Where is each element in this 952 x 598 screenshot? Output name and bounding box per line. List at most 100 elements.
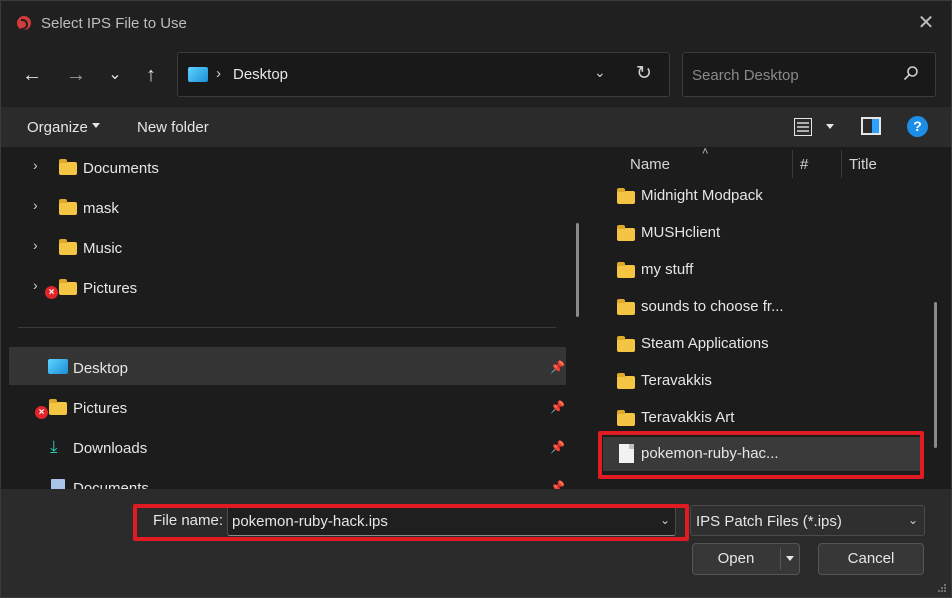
sync-error-icon: ×	[45, 286, 58, 299]
quick-access-downloads[interactable]: ⤓ Downloads 📌	[1, 429, 566, 465]
organize-button[interactable]: Organize	[27, 119, 88, 136]
title-bar: Select IPS File to Use ✕	[1, 1, 951, 45]
folder-icon	[617, 410, 635, 426]
search-placeholder: Search Desktop	[692, 67, 799, 84]
forward-arrow-icon[interactable]: →	[62, 61, 90, 89]
breadcrumb-chevron-icon[interactable]: ›	[216, 65, 221, 82]
view-options-caret-icon[interactable]	[826, 124, 834, 129]
open-split-divider	[780, 548, 781, 570]
search-icon[interactable]	[903, 65, 919, 81]
address-bar[interactable]: › Desktop ⌄ ↻	[177, 52, 670, 97]
tree-item-label: Pictures	[83, 280, 138, 297]
new-folder-button[interactable]: New folder	[137, 119, 209, 136]
quick-access-label: Downloads	[73, 440, 148, 457]
file-type-dropdown-icon[interactable]: ⌄	[908, 513, 918, 527]
tree-item-label: Documents	[83, 160, 159, 177]
list-item-label: Teravakkis Art	[641, 409, 735, 426]
folder-icon	[59, 159, 77, 175]
back-arrow-icon[interactable]: ←	[18, 61, 46, 89]
list-item-label: my stuff	[641, 261, 694, 278]
up-arrow-icon[interactable]: ↑	[137, 61, 165, 89]
command-bar: Organize New folder ?	[1, 107, 951, 147]
navigation-pane: › Documents › mask › Music › × Pictures …	[1, 147, 591, 489]
tree-item-mask[interactable]: › mask	[1, 189, 566, 225]
desktop-icon	[188, 67, 208, 82]
quick-access-label: Pictures	[73, 400, 128, 417]
file-dialog: Select IPS File to Use ✕ ← → ⌄ ↑ › Deskt…	[0, 0, 952, 598]
list-item[interactable]: Steam Applications	[603, 327, 921, 361]
list-item[interactable]: Teravakkis Art	[603, 401, 921, 435]
preview-pane-icon[interactable]	[861, 117, 881, 135]
document-icon	[51, 479, 65, 489]
quick-access-pictures[interactable]: × Pictures 📌	[1, 389, 566, 425]
folder-icon	[617, 262, 635, 278]
column-header-name[interactable]: Name	[630, 156, 670, 173]
resize-grip-icon[interactable]	[937, 583, 947, 593]
expand-chevron-icon[interactable]: ›	[33, 277, 38, 293]
pane-divider	[18, 327, 556, 328]
file-name-highlight	[133, 504, 689, 541]
nav-pane-scrollbar[interactable]	[576, 223, 579, 317]
search-input[interactable]: Search Desktop	[682, 52, 936, 97]
column-divider[interactable]	[841, 150, 842, 178]
open-options-caret-icon[interactable]	[786, 556, 794, 561]
tree-item-label: mask	[83, 200, 119, 217]
refresh-icon[interactable]: ↻	[636, 62, 652, 85]
folder-icon	[59, 279, 77, 295]
open-button[interactable]: Open	[692, 543, 800, 575]
recent-locations-chevron-icon[interactable]: ⌄	[101, 61, 129, 89]
column-divider[interactable]	[792, 150, 793, 178]
list-item[interactable]: MUSHclient	[603, 216, 921, 250]
list-item-label: MUSHclient	[641, 224, 721, 241]
tree-item-pictures[interactable]: › × Pictures	[1, 269, 566, 305]
folder-icon	[617, 225, 635, 241]
tree-item-music[interactable]: › Music	[1, 229, 566, 265]
file-list-scrollbar[interactable]	[934, 302, 937, 448]
pin-icon[interactable]: 📌	[550, 400, 565, 414]
tree-item-label: Music	[83, 240, 123, 257]
folder-icon	[59, 199, 77, 215]
help-icon[interactable]: ?	[907, 116, 928, 137]
sync-error-icon: ×	[35, 406, 48, 419]
list-item[interactable]: sounds to choose fr...	[603, 290, 921, 324]
list-item[interactable]: Teravakkis	[603, 364, 921, 398]
quick-access-desktop[interactable]: Desktop 📌	[1, 349, 566, 385]
list-item-label: sounds to choose fr...	[641, 298, 784, 315]
folder-icon	[59, 239, 77, 255]
view-details-icon[interactable]	[794, 118, 812, 136]
folder-icon	[49, 399, 67, 415]
close-icon[interactable]: ✕	[915, 12, 937, 34]
list-item[interactable]: Midnight Modpack	[603, 179, 921, 213]
expand-chevron-icon[interactable]: ›	[33, 237, 38, 253]
column-header-title[interactable]: Title	[849, 156, 877, 173]
list-item-label: Teravakkis	[641, 372, 712, 389]
organize-caret-icon[interactable]	[92, 123, 100, 128]
breadcrumb-desktop[interactable]: Desktop	[233, 66, 288, 83]
desktop-icon	[48, 359, 68, 374]
pin-icon[interactable]: 📌	[550, 360, 565, 374]
quick-access-documents[interactable]: Documents 📌	[1, 469, 566, 489]
folder-icon	[617, 336, 635, 352]
folder-icon	[617, 188, 635, 204]
tree-item-documents[interactable]: › Documents	[1, 149, 566, 185]
pin-icon[interactable]: 📌	[550, 440, 565, 454]
file-type-select[interactable]: IPS Patch Files (*.ips) ⌄	[690, 505, 925, 536]
open-button-label: Open	[717, 550, 755, 567]
folder-icon	[617, 299, 635, 315]
pin-icon[interactable]: 📌	[550, 480, 565, 489]
list-item-label: Midnight Modpack	[641, 187, 763, 204]
quick-access-label: Documents	[73, 480, 149, 489]
folder-icon	[617, 373, 635, 389]
sort-ascending-icon: ˄	[702, 147, 709, 158]
file-type-value: IPS Patch Files (*.ips)	[696, 513, 842, 530]
selected-file-highlight	[598, 431, 924, 479]
cancel-button[interactable]: Cancel	[818, 543, 924, 575]
window-title: Select IPS File to Use	[41, 15, 187, 32]
list-item-label: Steam Applications	[641, 335, 769, 352]
list-item[interactable]: my stuff	[603, 253, 921, 287]
address-dropdown-icon[interactable]: ⌄	[594, 64, 606, 81]
download-icon: ⤓	[50, 437, 58, 456]
expand-chevron-icon[interactable]: ›	[33, 157, 38, 173]
expand-chevron-icon[interactable]: ›	[33, 197, 38, 213]
column-header-number[interactable]: #	[800, 156, 808, 173]
